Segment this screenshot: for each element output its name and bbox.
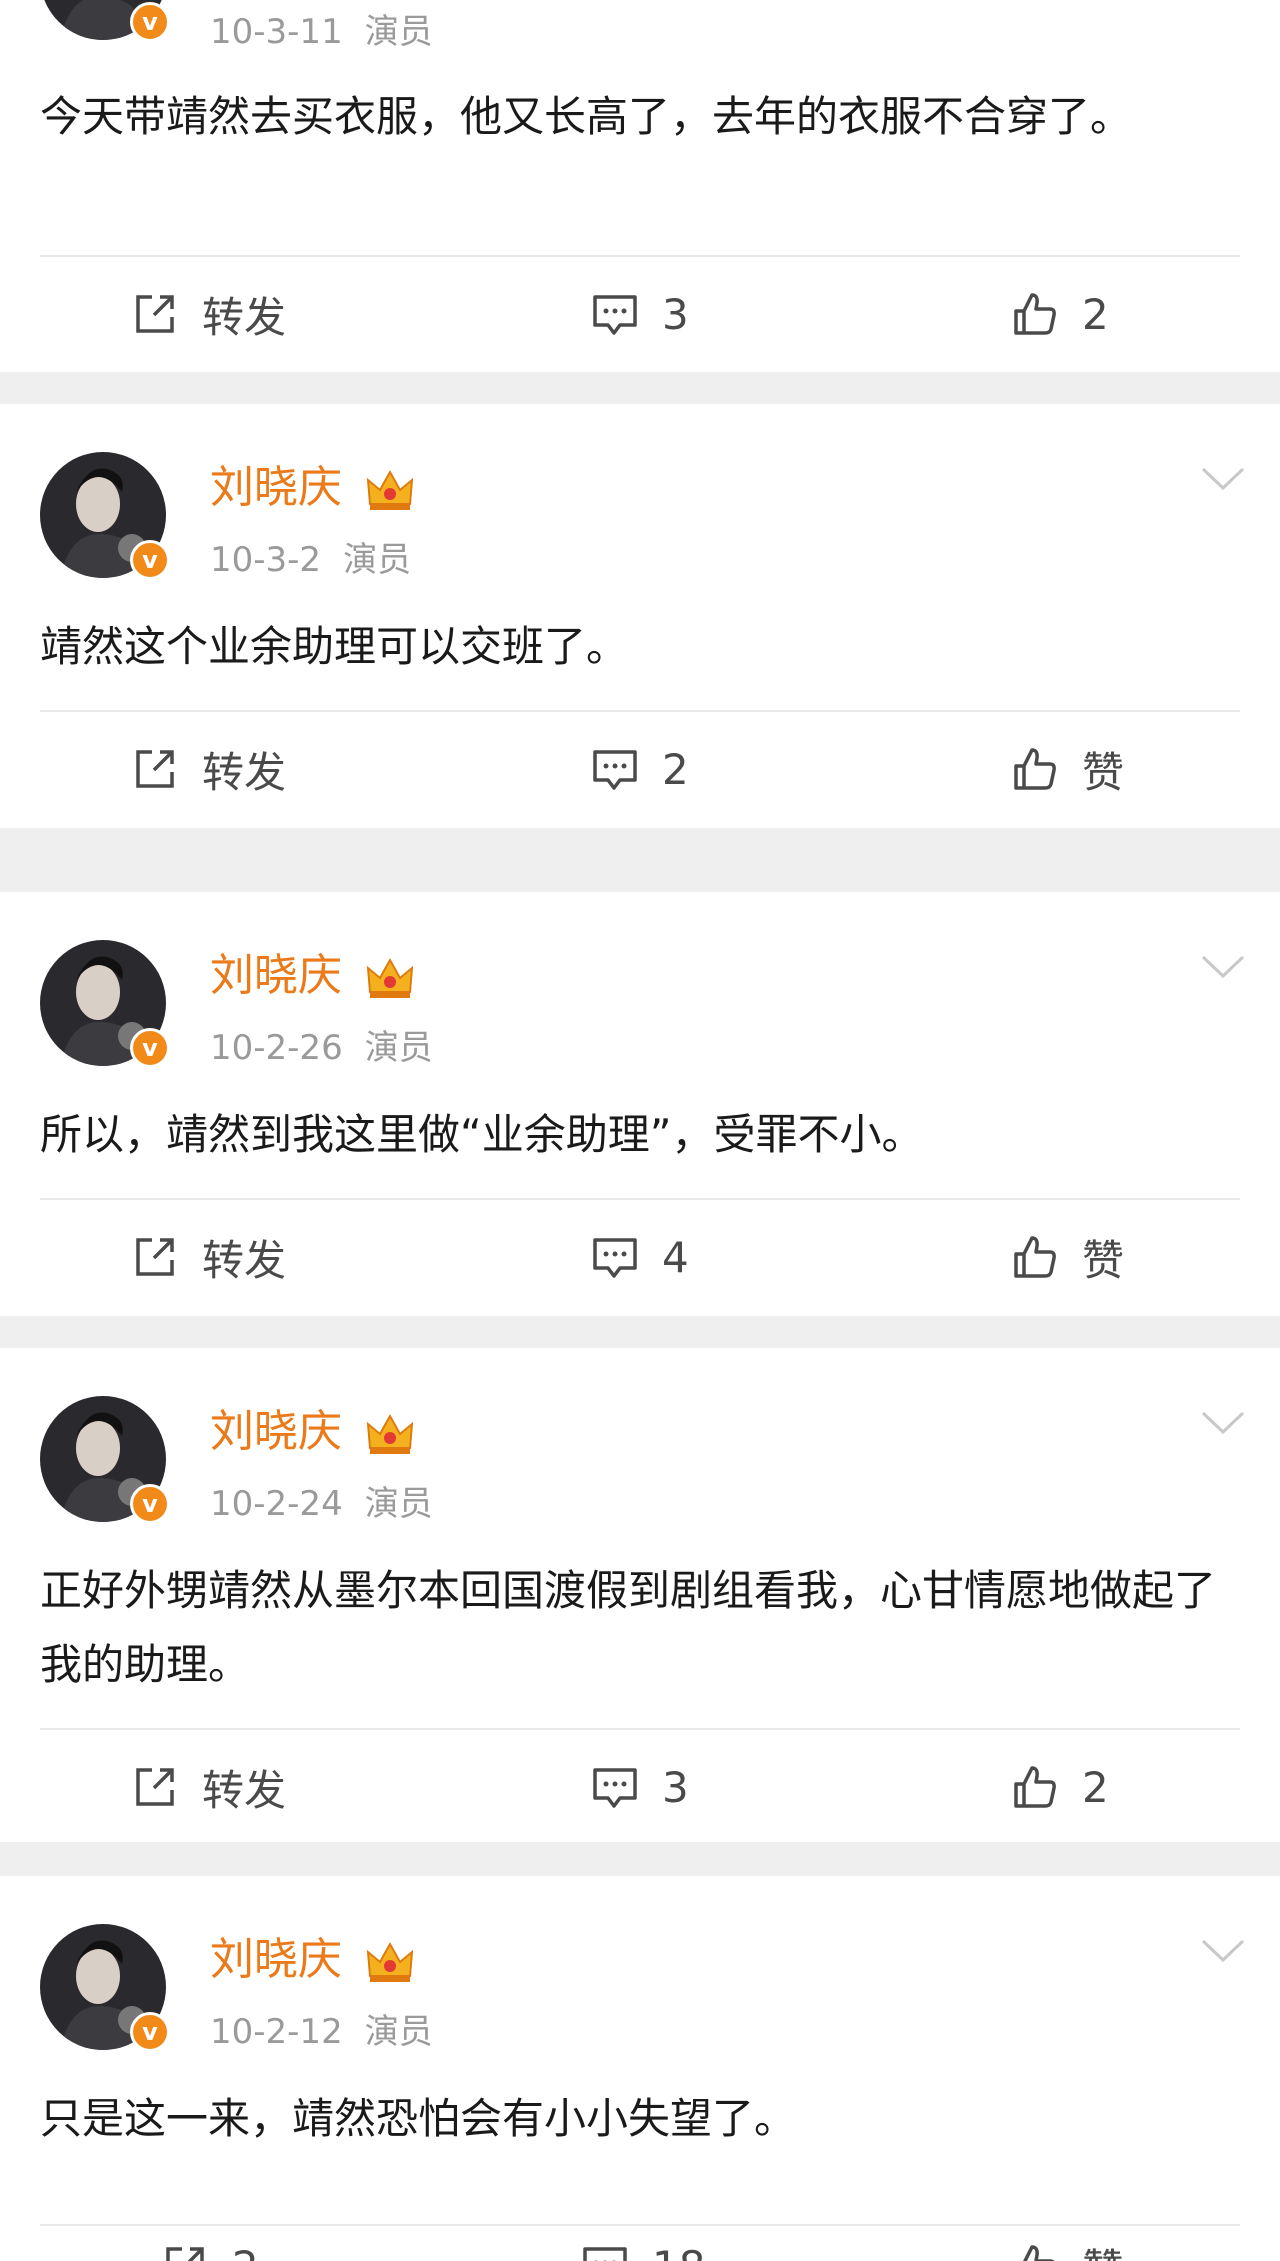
author-name[interactable]: 刘晓庆 <box>210 950 342 1002</box>
post-meta: 10-3-2 演员 <box>210 540 411 580</box>
avatar[interactable]: v <box>40 940 170 1068</box>
avatar[interactable]: v <box>40 1924 170 2052</box>
thumbs-up-icon <box>1014 293 1056 335</box>
post-date: 10-3-2 <box>210 540 322 580</box>
verified-badge-icon: v <box>130 1484 170 1524</box>
comment-count: 3 <box>662 1762 689 1812</box>
post-card: v 刘晓庆 10-2-26 演员 所以，靖然到我这里做“业余助理”，受罪不小。 转… <box>0 892 1280 1316</box>
share-button[interactable]: 转发 <box>130 1757 286 1817</box>
chevron-down-icon[interactable] <box>1200 466 1246 492</box>
comment-count: 2 <box>662 744 689 794</box>
avatar[interactable]: v <box>40 1396 170 1524</box>
like-button[interactable]: 2 <box>1010 284 1109 344</box>
author-name[interactable]: 刘晓庆 <box>210 1934 342 1986</box>
chevron-down-icon[interactable] <box>1200 1410 1246 1436</box>
post-card: v 刘晓庆 10-2-12演员 只是这一来，靖然恐怕会有小小失望了。 2 18 … <box>0 1876 1280 2261</box>
share-label: 转发 <box>202 747 287 797</box>
author-role: 演员 <box>364 1484 433 1524</box>
verified-badge-icon: v <box>130 1028 170 1068</box>
post-meta: 10-2-12 演员 <box>210 2012 433 2052</box>
post-card: v 刘晓庆 10-3-2 演员 靖然这个业余助理可以交班了。 转发 2 赞 <box>0 404 1280 828</box>
share-label: 转发 <box>202 1765 287 1815</box>
verified-badge-icon: v <box>130 2 170 42</box>
share-icon <box>166 2247 204 2261</box>
share-button[interactable]: 转发 <box>130 1227 286 1287</box>
like-button[interactable]: 赞 <box>1010 1227 1124 1287</box>
like-count: 赞 <box>1082 1235 1125 1285</box>
divider <box>40 2224 1240 2226</box>
comment-count: 3 <box>662 289 689 339</box>
chevron-down-icon[interactable] <box>1200 954 1246 980</box>
like-button[interactable]: 赞 <box>1010 2236 1124 2261</box>
crown-icon <box>366 1413 414 1454</box>
like-button[interactable]: 赞 <box>1010 739 1124 799</box>
post-meta: 10-2-24 演员 <box>210 1484 433 1524</box>
share-icon <box>136 750 174 788</box>
verified-badge-icon: v <box>130 540 170 580</box>
post-date: 10-3-11 <box>210 12 343 52</box>
post-text[interactable]: 今天带靖然去买衣服，他又长高了，去年的衣服不合穿了。 <box>40 80 1240 154</box>
comment-icon <box>593 750 637 790</box>
share-label: 转发 <box>202 1235 287 1285</box>
comment-button[interactable]: 18 <box>580 2236 705 2261</box>
crown-icon <box>366 957 414 998</box>
share-icon <box>136 1768 174 1806</box>
comment-icon <box>583 2247 627 2261</box>
post-meta: 10-2-26 演员 <box>210 1028 433 1068</box>
share-button[interactable]: 2 <box>160 2236 259 2261</box>
comment-count: 18 <box>652 2242 705 2261</box>
post-card: v 10-3-11 演员 今天带靖然去买衣服，他又长高了，去年的衣服不合穿了。 转… <box>0 0 1280 372</box>
post-text[interactable]: 靖然这个业余助理可以交班了。 <box>40 610 1240 684</box>
post-date: 10-2-26 <box>210 1028 343 1068</box>
post-card: v 刘晓庆 10-2-24 演员 正好外甥靖然从墨尔本回国渡假到剧组看我，心甘情愿… <box>0 1348 1280 1842</box>
thumbs-up-icon <box>1014 748 1056 790</box>
author-role: 演员 <box>364 12 433 52</box>
comment-icon <box>593 1768 637 1808</box>
comment-button[interactable]: 2 <box>590 739 689 799</box>
avatar[interactable]: v <box>40 452 170 580</box>
post-text[interactable]: 所以，靖然到我这里做“业余助理”，受罪不小。 <box>40 1098 1240 1172</box>
comment-icon <box>593 295 637 335</box>
verified-badge-icon: v <box>130 2012 170 2052</box>
like-count: 2 <box>1082 1762 1109 1812</box>
share-icon <box>136 295 174 333</box>
post-date: 10-2-12 <box>210 2012 343 2052</box>
post-meta: 10-3-11 演员 <box>210 12 433 52</box>
like-count: 2 <box>1082 289 1109 339</box>
comment-button[interactable]: 3 <box>590 1757 689 1817</box>
comment-button[interactable]: 3 <box>590 284 689 344</box>
thumbs-up-icon <box>1023 2245 1055 2261</box>
comment-icon <box>593 1238 637 1278</box>
post-text[interactable]: 只是这一来，靖然恐怕会有小小失望了。 <box>40 2082 1240 2156</box>
author-role: 演员 <box>364 1028 433 1068</box>
post-date: 10-2-24 <box>210 1484 343 1524</box>
comment-count: 4 <box>662 1232 689 1282</box>
crown-icon <box>366 1941 414 1982</box>
avatar[interactable]: v <box>40 0 170 42</box>
author-role: 演员 <box>343 540 412 580</box>
like-button[interactable]: 2 <box>1010 1757 1109 1817</box>
share-label: 转发 <box>202 292 287 342</box>
like-count: 赞 <box>1082 2236 1124 2261</box>
author-name[interactable]: 刘晓庆 <box>210 462 342 514</box>
share-button[interactable]: 转发 <box>130 284 286 344</box>
author-name[interactable]: 刘晓庆 <box>210 1406 342 1458</box>
like-count: 赞 <box>1082 747 1125 797</box>
share-count: 2 <box>232 2242 259 2261</box>
divider <box>40 1198 1240 1200</box>
comment-button[interactable]: 4 <box>590 1227 689 1287</box>
chevron-down-icon[interactable] <box>1200 1938 1246 1964</box>
thumbs-up-icon <box>1014 1766 1056 1808</box>
share-button[interactable]: 转发 <box>130 739 286 799</box>
weibo-feed: v 10-3-11 演员 今天带靖然去买衣服，他又长高了，去年的衣服不合穿了。 转… <box>0 0 1280 2261</box>
crown-icon <box>366 469 414 510</box>
divider <box>40 255 1240 257</box>
divider <box>40 1728 1240 1730</box>
thumbs-up-icon <box>1014 1236 1056 1278</box>
share-icon <box>136 1238 174 1276</box>
divider <box>40 710 1240 712</box>
post-text[interactable]: 正好外甥靖然从墨尔本回国渡假到剧组看我，心甘情愿地做起了我的助理。 <box>40 1554 1240 1702</box>
author-role: 演员 <box>364 2012 433 2052</box>
